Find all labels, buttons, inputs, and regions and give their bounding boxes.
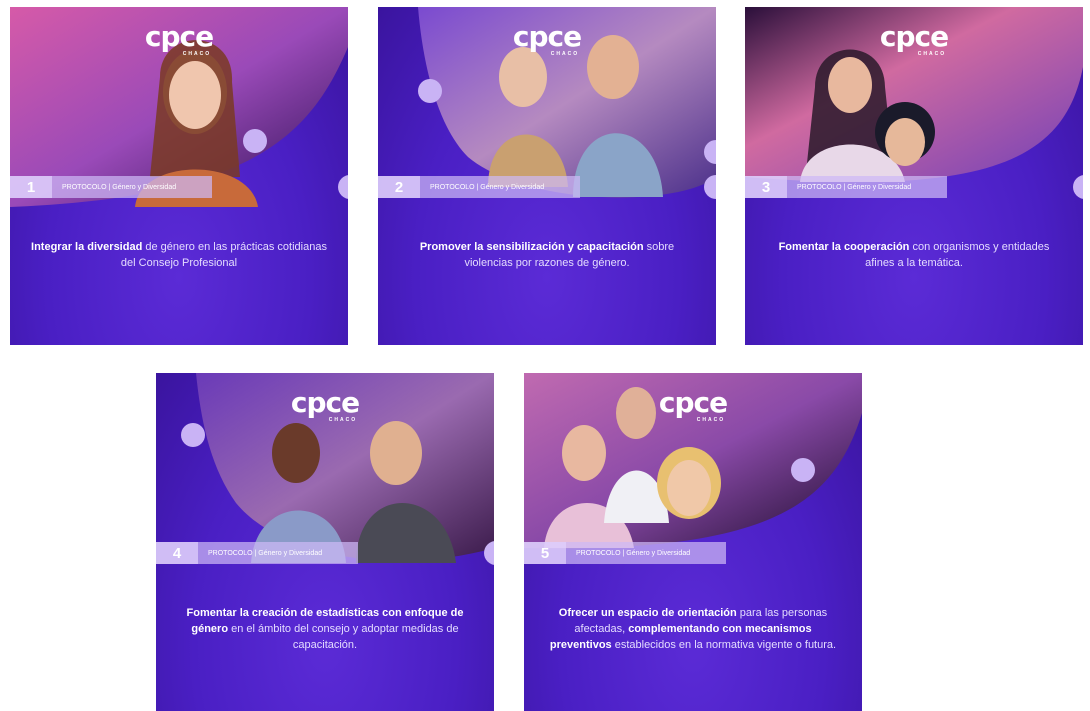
caption-text: establecidos en la normativa vigente o f… [611,639,837,651]
brand-mark: cpce [658,386,728,419]
card-number: 2 [378,176,420,198]
protocol-tag-label: PROTOCOLO | Género y Diversidad [576,549,691,557]
decorative-circle [243,129,267,153]
brand-mark: cpce [512,20,582,53]
brand-logo: cpce CHACO [512,20,582,57]
card-1: cpce CHACO 1 PROTOCOLO | Género y Divers… [10,7,348,345]
card-caption: Fomentar la creación de estadísticas con… [176,605,474,653]
caption-emphasis: Promover la sensibilización y capacitaci… [419,241,644,253]
caption-text: de género en las prácticas cotidianas de… [120,241,327,269]
caption-text: en el ámbito del consejo y adoptar medid… [228,623,459,651]
card-number: 3 [745,176,787,198]
brand-logo: cpce CHACO [290,386,360,423]
brand-logo: cpce CHACO [144,20,214,57]
card-caption: Integrar la diversidad de género en las … [30,239,328,271]
protocol-tag-label: PROTOCOLO | Género y Diversidad [208,549,323,557]
card-caption: Promover la sensibilización y capacitaci… [398,239,696,271]
card-4: cpce CHACO 4 PROTOCOLO | Género y Divers… [156,373,494,711]
brand-logo: cpce CHACO [658,386,728,423]
brand-logo: cpce CHACO [879,20,949,57]
protocol-tag: 2 PROTOCOLO | Género y Diversidad [378,176,580,198]
protocol-tag: 5 PROTOCOLO | Género y Diversidad [524,542,726,564]
protocol-tag: 4 PROTOCOLO | Género y Diversidad [156,542,358,564]
brand-mark: cpce [879,20,949,53]
card-2: cpce CHACO 2 PROTOCOLO | Género y Divers… [378,7,716,345]
decorative-circle [181,423,205,447]
protocol-tag-label: PROTOCOLO | Género y Diversidad [797,183,912,191]
caption-emphasis: Integrar la diversidad [31,241,143,253]
caption-emphasis: Fomentar la cooperación [778,241,910,253]
card-3: cpce CHACO 3 PROTOCOLO | Género y Divers… [745,7,1083,345]
card-number: 1 [10,176,52,198]
card-number: 4 [156,542,198,564]
caption-emphasis: Ofrecer un espacio de orientación [558,607,737,619]
card-number: 5 [524,542,566,564]
protocol-tag-label: PROTOCOLO | Género y Diversidad [62,183,177,191]
brand-mark: cpce [290,386,360,419]
decorative-circle [418,79,442,103]
decorative-circle [791,458,815,482]
protocol-tag: 1 PROTOCOLO | Género y Diversidad [10,176,212,198]
protocol-tag-label: PROTOCOLO | Género y Diversidad [430,183,545,191]
card-5: cpce CHACO 5 PROTOCOLO | Género y Divers… [524,373,862,711]
protocol-tag: 3 PROTOCOLO | Género y Diversidad [745,176,947,198]
brand-mark: cpce [144,20,214,53]
card-caption: Ofrecer un espacio de orientación para l… [544,605,842,653]
card-caption: Fomentar la cooperación con organismos y… [765,239,1063,271]
